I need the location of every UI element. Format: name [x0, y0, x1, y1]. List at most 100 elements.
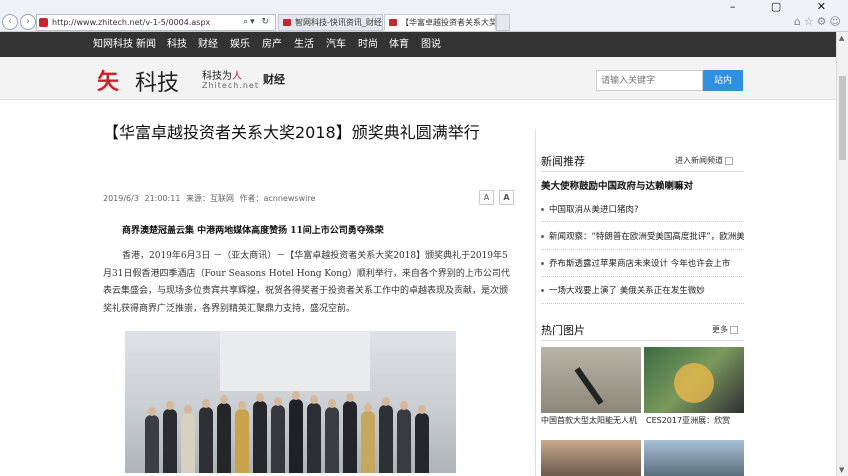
photo-person [253, 401, 267, 473]
nav-item-sports[interactable]: 体育 [389, 32, 409, 57]
scroll-thumb[interactable] [839, 76, 846, 160]
page-scrollbar[interactable]: ▲ ▼ [836, 32, 848, 476]
photo-thumb-fourth[interactable] [644, 440, 744, 476]
tab-article[interactable]: 【华富卓越投资者关系大奖... [384, 14, 496, 31]
nav-item-pictures[interactable]: 图说 [421, 32, 441, 57]
news-more-link[interactable]: 进入新闻频道 [675, 155, 733, 166]
photo-person [307, 403, 321, 473]
article-meta: 2019/6/3 21:00:11 来源：互联网 作者：acnnewswire [103, 193, 315, 204]
nav-item-life[interactable]: 生活 [294, 32, 314, 57]
search-button[interactable]: 站内 [703, 70, 743, 91]
photo-caption[interactable]: CES2017亚洲展：欣赏 [646, 415, 746, 426]
photo-person [235, 409, 249, 473]
thumb-background [644, 440, 744, 476]
photo-person [289, 399, 303, 473]
photo-head [382, 397, 390, 406]
new-tab-button[interactable] [496, 14, 510, 31]
font-decrease-button[interactable]: A [479, 190, 494, 205]
article-title: 【华富卓越投资者关系大奖2018】颁奖典礼圆满举行 [103, 123, 480, 142]
photo-head [202, 399, 210, 408]
photo-person [145, 415, 159, 473]
news-section-heading: 新闻推荐 [541, 155, 585, 168]
photo-head [256, 393, 264, 402]
channel-name: 财经 [263, 73, 285, 86]
search-refresh-icon[interactable]: ⌕▾ ↻ [243, 15, 271, 30]
thumb-figure [674, 363, 714, 403]
logo-domain: Zhitech.net [202, 81, 259, 90]
dotted-divider [541, 303, 744, 304]
news-item[interactable]: 新闻观察：“特朗普在欧洲受美国高度批评”，欧洲美国 [541, 230, 744, 242]
news-item[interactable]: 中国取消从美进口猪肉? [541, 203, 744, 215]
scroll-down-icon[interactable]: ▼ [839, 466, 844, 474]
tab-label: 智网科技-快讯资讯_财经... [295, 18, 383, 27]
tab-label: 【华富卓越投资者关系大奖... [401, 18, 496, 27]
nav-item-fashion[interactable]: 时尚 [358, 32, 378, 57]
scroll-up-icon[interactable]: ▲ [839, 34, 844, 42]
home-star-gear-smiley-icons[interactable]: ⌂☆⚙☺ [794, 15, 844, 28]
article-date: 2019/6/3 21:00:11 [103, 194, 181, 203]
thumb-background [541, 347, 641, 413]
photo-head [346, 393, 354, 402]
dotted-divider [541, 249, 744, 250]
article-paragraph: 香港，2019年6月3日 －（亚太商讯）－【华富卓越投资者关系大奖2018】颁奖… [103, 251, 510, 314]
dotted-divider [541, 276, 744, 277]
photo-head [166, 401, 174, 410]
article-lead: 商界澳楚冠盖云集 中港两地媒体高度赞扬 11间上市公司勇夺殊荣 [122, 226, 384, 236]
tab-zhitech-home[interactable]: 智网科技-快讯资讯_财经... [278, 14, 383, 31]
photo-person [379, 405, 393, 473]
nav-item-news[interactable]: 新闻 [136, 32, 156, 57]
tab-favicon-icon [389, 19, 397, 26]
nav-item-finance[interactable]: 财经 [198, 32, 218, 57]
section-rule [541, 171, 744, 172]
photo-person [325, 407, 339, 473]
photo-head [364, 403, 372, 412]
photo-caption[interactable]: 中国首款大型太阳能无人机 [541, 415, 641, 426]
photo-person [343, 401, 357, 473]
search-input[interactable] [596, 70, 703, 91]
award-ceremony-photo [125, 331, 456, 473]
font-increase-button[interactable]: A [499, 190, 514, 205]
headline-news[interactable]: 美大使称鼓励中国政府与达赖喇嘛对 [541, 178, 693, 192]
address-bar[interactable]: http://www.zhitech.net/v-1-5/0004.aspx ⌕… [36, 14, 276, 31]
photo-thumb-solar-drone[interactable] [541, 347, 641, 413]
photo-person [397, 409, 411, 473]
nav-item-entertainment[interactable]: 娱乐 [230, 32, 250, 57]
photo-head [148, 407, 156, 416]
news-item[interactable]: 乔布斯透露过苹果商店未来设计 今年也许会上市 [541, 257, 744, 269]
nav-item-auto[interactable]: 汽车 [326, 32, 346, 57]
photo-head [400, 401, 408, 410]
back-button-icon[interactable]: ‹ [2, 14, 18, 30]
nav-item-tech[interactable]: 科技 [167, 32, 187, 57]
forward-button-icon[interactable]: › [20, 14, 36, 30]
photo-thumb-third[interactable] [541, 440, 641, 476]
browser-toolbar: ‹ › http://www.zhitech.net/v-1-5/0004.as… [0, 0, 848, 32]
photo-backdrop [220, 331, 370, 391]
site-favicon-icon [39, 18, 48, 27]
photo-person [217, 403, 231, 473]
news-more-label: 进入新闻频道 [675, 156, 723, 165]
photo-more-label: 更多 [712, 325, 728, 334]
photo-head [328, 399, 336, 408]
photo-head [184, 405, 192, 414]
news-item[interactable]: 一场大戏要上演了 美俄关系正在发生微妙 [541, 284, 744, 296]
photo-section-heading: 热门图片 [541, 324, 585, 337]
photo-person [361, 411, 375, 473]
photo-person [415, 413, 429, 473]
article-source: 来源：互联网 [185, 194, 234, 203]
photo-person [199, 407, 213, 473]
photo-person [163, 409, 177, 473]
photo-head [238, 401, 246, 410]
logo-text[interactable]: 科技 [135, 65, 179, 97]
site-nav-bar: 知网科技 新闻 科技 财经 娱乐 房产 生活 汽车 时尚 体育 图说 [0, 32, 836, 57]
photo-thumb-ces-asia[interactable] [644, 347, 744, 413]
nav-item-home[interactable]: 知网科技 [93, 32, 133, 57]
logo-slogan: 科技为人 [202, 67, 242, 82]
more-arrow-icon [730, 325, 738, 334]
photo-person [271, 405, 285, 473]
nav-item-house[interactable]: 房产 [262, 32, 282, 57]
photo-head [274, 397, 282, 406]
photo-more-link[interactable]: 更多 [712, 324, 738, 335]
logo-mark[interactable]: 矢 [97, 64, 119, 96]
photo-head [292, 391, 300, 400]
window-controls[interactable]: – ▢ ✕ [730, 0, 842, 13]
